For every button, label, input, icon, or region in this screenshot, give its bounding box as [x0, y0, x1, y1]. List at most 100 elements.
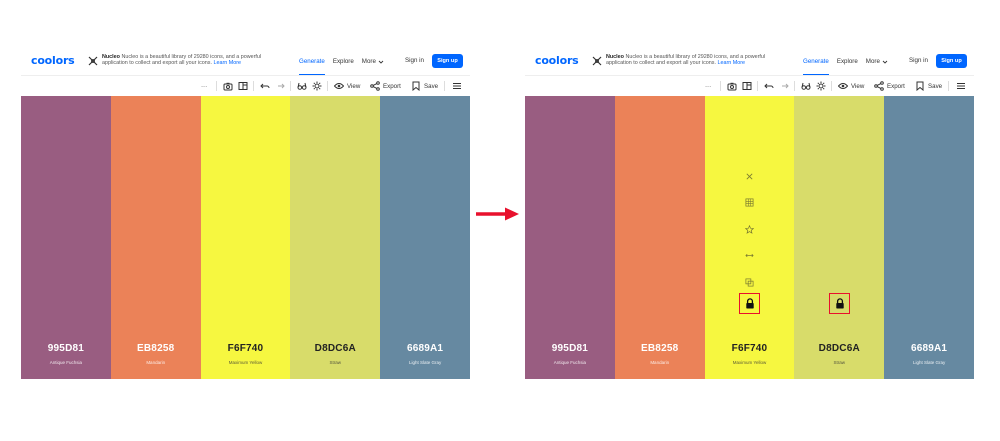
learn-more-link[interactable]: Learn More [213, 60, 241, 66]
signin-link[interactable]: Sign in [405, 57, 424, 64]
ad-text-line1: Nucleo is a beautiful library of 29280 i… [623, 54, 766, 60]
swatch-2[interactable]: EB8258 Mandarin [614, 96, 705, 379]
camera-icon [727, 82, 737, 91]
ad-banner[interactable]: Nucleo Nucleo is a beautiful library of … [88, 54, 293, 66]
bookmark-icon [916, 81, 924, 91]
undo-button[interactable] [764, 80, 774, 92]
swatch-hex[interactable]: F6F740 [201, 343, 291, 354]
swatch-hex[interactable]: F6F740 [705, 343, 795, 354]
swatch-3[interactable]: F6F740 Maximum Yellow [200, 96, 291, 379]
view-button[interactable]: View [334, 80, 360, 92]
camera-button[interactable] [727, 80, 737, 92]
nav-more[interactable]: More [866, 48, 888, 75]
nav-explore[interactable]: Explore [837, 48, 858, 75]
drag-button[interactable] [743, 250, 755, 262]
ad-banner[interactable]: Nucleo Nucleo is a beautiful library of … [592, 54, 797, 66]
swatch-name[interactable]: Light Slate Gray [380, 360, 470, 365]
nav-more[interactable]: More [362, 48, 384, 75]
sun-icon [816, 81, 826, 91]
menu-button[interactable] [452, 80, 462, 92]
share-icon [874, 81, 884, 91]
grid-icon [745, 198, 754, 207]
swatch-hex[interactable]: EB8258 [615, 343, 705, 354]
adjust-button[interactable] [312, 80, 322, 92]
coolors-logo[interactable]: coolors [31, 54, 75, 67]
swatch-name[interactable]: Mandarin [615, 360, 705, 365]
redo-button[interactable] [275, 80, 285, 92]
swatch-5[interactable]: 6689A1 Light Slate Gray [884, 96, 974, 379]
swatch-hex[interactable]: 995D81 [21, 343, 111, 354]
coolors-logo[interactable]: coolors [535, 54, 579, 67]
swatch-1[interactable]: 995D81 Antique Fuchsia [21, 96, 111, 379]
nav-generate[interactable]: Generate [803, 48, 829, 75]
lock-button[interactable] [739, 293, 761, 314]
ad-brand: Nucleo [102, 54, 120, 60]
nav-generate[interactable]: Generate [299, 48, 325, 75]
swatch-hex[interactable]: 6689A1 [884, 343, 974, 354]
learn-more-link[interactable]: Learn More [717, 60, 745, 66]
save-label: Save [424, 82, 439, 90]
swatch-name[interactable]: Maximum Yellow [201, 360, 291, 365]
swatch-4[interactable]: D8DC6A Straw [290, 96, 381, 379]
signin-link[interactable]: Sign in [909, 57, 928, 64]
ad-text-line2: application to collect and export all yo… [606, 60, 718, 67]
view-button[interactable]: View [838, 80, 864, 92]
swatch-5[interactable]: 6689A1 Light Slate Gray [380, 96, 470, 379]
nucleo-icon [592, 56, 602, 66]
export-button[interactable]: Export [370, 80, 401, 92]
remove-color-button[interactable] [743, 170, 755, 182]
swatch-hex[interactable]: 6689A1 [380, 343, 470, 354]
swatch-name[interactable]: Straw [794, 360, 884, 365]
more-options-button[interactable]: ··· [705, 80, 711, 92]
signup-button[interactable]: Sign up [936, 54, 967, 68]
swatch-4[interactable]: D8DC6A Straw [794, 96, 885, 379]
save-button[interactable]: Save [915, 80, 942, 92]
layout-button[interactable] [238, 80, 248, 92]
export-button[interactable]: Export [874, 80, 905, 92]
swatch-2[interactable]: EB8258 Mandarin [110, 96, 201, 379]
lock-button[interactable] [829, 293, 851, 314]
swatch-hex[interactable]: D8DC6A [290, 343, 380, 354]
toolbar-divider [757, 81, 758, 91]
swatch-name[interactable]: Antique Fuchsia [525, 360, 615, 365]
glasses-button[interactable] [297, 80, 307, 92]
menu-button[interactable] [956, 80, 966, 92]
copy-button[interactable] [743, 276, 755, 288]
nav-explore[interactable]: Explore [333, 48, 354, 75]
swatch-1[interactable]: 995D81 Antique Fuchsia [525, 96, 615, 379]
toolbar-divider [794, 81, 795, 91]
navbar: coolors Nucleo Nucleo is a beautiful lib… [21, 48, 470, 75]
view-label: View [347, 82, 361, 90]
signup-button[interactable]: Sign up [432, 54, 463, 68]
ad-text: Nucleo Nucleo is a beautiful library of … [102, 54, 261, 66]
undo-icon [260, 83, 270, 89]
palette: 995D81 Antique Fuchsia EB8258 Mandarin F… [525, 96, 974, 379]
toolbar-divider [253, 81, 254, 91]
swatch-hex[interactable]: EB8258 [111, 343, 201, 354]
layout-button[interactable] [742, 80, 752, 92]
redo-icon [782, 83, 789, 89]
redo-button[interactable] [779, 80, 789, 92]
swatch-3[interactable]: F6F740 Maximum Yellow [704, 96, 795, 379]
swatch-name[interactable]: Maximum Yellow [705, 360, 795, 365]
view-label: View [851, 82, 865, 90]
camera-button[interactable] [223, 80, 233, 92]
more-options-button[interactable]: ··· [201, 80, 207, 92]
favorite-button[interactable] [743, 223, 755, 235]
swatch-hex[interactable]: D8DC6A [794, 343, 884, 354]
layout-icon [742, 82, 752, 90]
eye-icon [334, 83, 344, 89]
hamburger-icon [957, 82, 965, 90]
adjust-button[interactable] [816, 80, 826, 92]
glasses-button[interactable] [801, 80, 811, 92]
swatch-name[interactable]: Light Slate Gray [884, 360, 974, 365]
swatch-name[interactable]: Straw [290, 360, 380, 365]
ad-brand: Nucleo [606, 54, 624, 60]
undo-button[interactable] [260, 80, 270, 92]
swatch-hex[interactable]: 995D81 [525, 343, 615, 354]
swatch-name[interactable]: Antique Fuchsia [21, 360, 111, 365]
swatch-name[interactable]: Mandarin [111, 360, 201, 365]
shades-button[interactable] [743, 197, 755, 209]
layout-icon [238, 82, 248, 90]
save-button[interactable]: Save [411, 80, 438, 92]
